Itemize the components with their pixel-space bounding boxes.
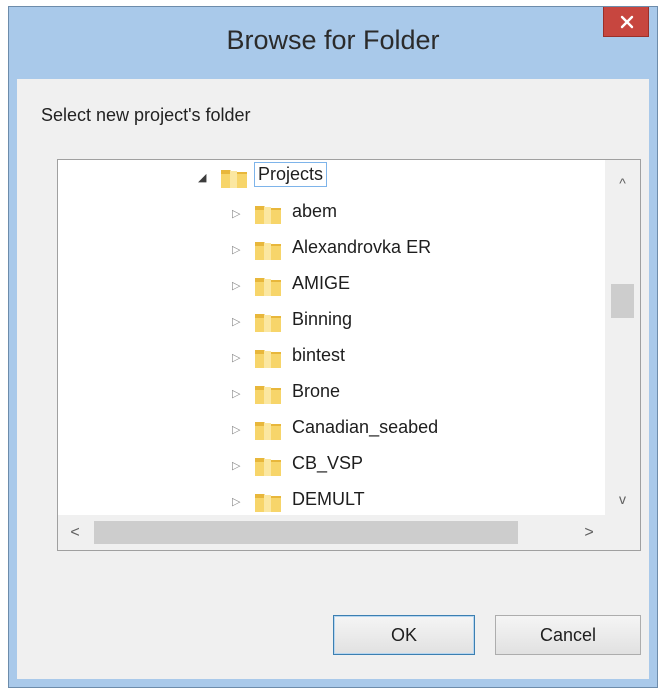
collapsed-arrow-icon[interactable]: ▷ <box>232 460 240 472</box>
tree-item-label: Canadian_seabed <box>292 417 439 437</box>
expanded-arrow-icon[interactable]: ◢ <box>198 172 206 184</box>
folder-icon <box>255 350 281 368</box>
horizontal-scrollbar[interactable]: < > <box>58 515 606 550</box>
collapsed-arrow-icon[interactable]: ▷ <box>232 280 240 292</box>
collapsed-arrow-icon[interactable]: ▷ <box>232 424 240 436</box>
tree-item[interactable]: ▷ DEMULT <box>58 484 606 516</box>
scrollbar-corner <box>605 515 640 550</box>
collapsed-arrow-icon[interactable]: ▷ <box>232 496 240 508</box>
folder-icon <box>255 494 281 512</box>
tree-item[interactable]: ▷ Brone <box>58 376 606 412</box>
scroll-left-icon[interactable]: < <box>58 515 92 550</box>
vertical-scrollbar[interactable]: ^ v <box>605 160 640 516</box>
tree-item[interactable]: ▷ Alexandrovka ER <box>58 232 606 268</box>
title-bar[interactable]: Browse for Folder <box>9 7 657 79</box>
tree-item-label: Binning <box>292 309 353 329</box>
collapsed-arrow-icon[interactable]: ▷ <box>232 316 240 328</box>
collapsed-arrow-icon[interactable]: ▷ <box>232 388 240 400</box>
vertical-scroll-thumb[interactable] <box>611 284 634 318</box>
collapsed-arrow-icon[interactable]: ▷ <box>232 244 240 256</box>
ok-button[interactable]: OK <box>333 615 475 655</box>
tree-item-label: Alexandrovka ER <box>292 237 432 257</box>
folder-tree[interactable]: ◢ Projects ▷ abem ▷ Alexandrovka ER ▷ AM… <box>57 159 641 551</box>
scroll-down-icon[interactable]: v <box>605 482 640 516</box>
tree-item[interactable]: ▷ Binning <box>58 304 606 340</box>
dialog-body: Select new project's folder ◢ Projects ▷ <box>17 79 649 679</box>
tree-item-label: abem <box>292 201 338 221</box>
collapsed-arrow-icon[interactable]: ▷ <box>232 352 240 364</box>
browse-for-folder-dialog: Browse for Folder Select new project's f… <box>8 6 658 688</box>
folder-icon <box>255 386 281 404</box>
tree-item-label: Brone <box>292 381 341 401</box>
collapsed-arrow-icon[interactable]: ▷ <box>232 208 240 220</box>
tree-items: ◢ Projects ▷ abem ▷ Alexandrovka ER ▷ AM… <box>58 160 606 516</box>
scroll-right-icon[interactable]: > <box>572 515 606 550</box>
tree-item-label: bintest <box>292 345 346 365</box>
folder-icon <box>255 422 281 440</box>
tree-item[interactable]: ▷ Canadian_seabed <box>58 412 606 448</box>
tree-item[interactable]: ▷ AMIGE <box>58 268 606 304</box>
tree-item-label: Projects <box>254 162 328 187</box>
folder-icon <box>255 458 281 476</box>
folder-icon <box>255 278 281 296</box>
folder-icon <box>255 314 281 332</box>
tree-item-label: AMIGE <box>292 273 351 293</box>
close-icon <box>620 15 634 29</box>
dialog-title: Browse for Folder <box>226 25 440 55</box>
tree-item-label: CB_VSP <box>292 453 364 473</box>
horizontal-scroll-thumb[interactable] <box>94 521 518 544</box>
scroll-up-icon[interactable]: ^ <box>605 166 640 200</box>
tree-item-projects[interactable]: ◢ Projects <box>58 160 606 196</box>
tree-item[interactable]: ▷ bintest <box>58 340 606 376</box>
cancel-button[interactable]: Cancel <box>495 615 641 655</box>
folder-icon <box>221 170 247 188</box>
close-button[interactable] <box>603 7 649 37</box>
tree-item[interactable]: ▷ CB_VSP <box>58 448 606 484</box>
tree-item-label: DEMULT <box>292 489 365 509</box>
folder-icon <box>255 206 281 224</box>
folder-icon <box>255 242 281 260</box>
prompt-text: Select new project's folder <box>41 105 251 125</box>
tree-item[interactable]: ▷ abem <box>58 196 606 232</box>
